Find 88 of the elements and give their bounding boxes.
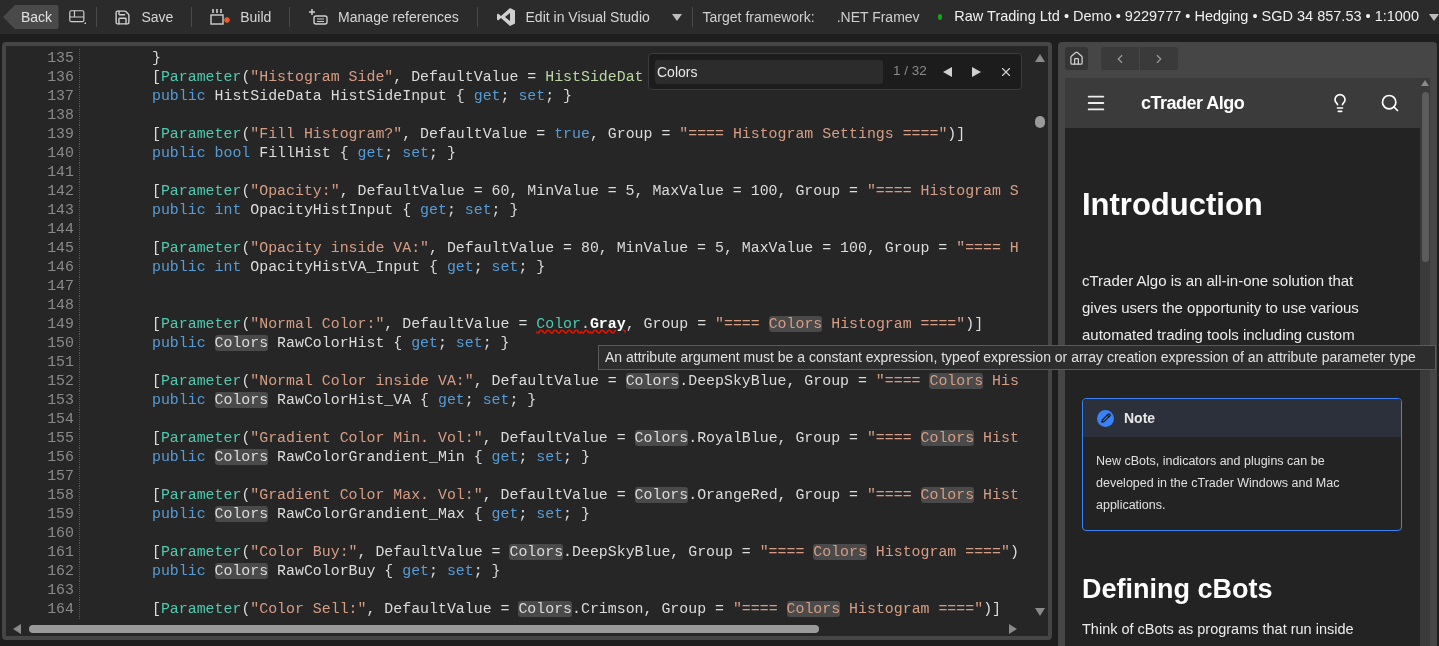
scroll-down-icon[interactable] (1035, 608, 1045, 616)
line-number: 139 (46, 125, 74, 144)
code-line: [Parameter("Opacity inside VA:", DefaultValue = 80, MinValue = 5, MaxValue = 100, Group = "==== H (152, 239, 1019, 258)
line-number: 144 (46, 220, 74, 239)
note-title: Note (1124, 408, 1156, 428)
add-reference-icon (308, 8, 329, 26)
code-line: [Parameter("Color Buy:", DefaultValue = Colors.DeepSkyBlue, Group = "==== Colors Histogram ====") (152, 543, 1019, 562)
line-number: 164 (46, 600, 74, 619)
next-match-icon[interactable] (971, 66, 981, 77)
code-line: public Colors RawColorGrandient_Min { get; set; } (152, 448, 590, 467)
toolbar-button[interactable]: Build (202, 3, 280, 31)
scroll-thumb[interactable] (1421, 92, 1429, 262)
line-number: 137 (46, 87, 74, 106)
line-number: 142 (46, 182, 74, 201)
scroll-left-icon[interactable] (13, 624, 21, 634)
line-number: 151 (46, 353, 74, 372)
toolbar-button[interactable]: Edit in Visual Studio (487, 3, 658, 31)
find-field[interactable]: Colors (655, 59, 883, 84)
dropdown-caret-icon[interactable] (671, 13, 682, 21)
section-paragraph: Think of cBots as programs that run inside (1082, 620, 1355, 639)
line-number: 145 (46, 239, 74, 258)
code-line: public HistSideData HistSideInput { get; set; } (152, 87, 572, 106)
line-number: 146 (46, 258, 74, 277)
previous-match-icon[interactable] (942, 66, 952, 77)
code-line: [Parameter("Color Sell:", DefaultValue = Colors.Crimson, Group = "==== Colors Histogram ====")] (152, 600, 1001, 619)
scroll-up-icon[interactable] (1035, 54, 1045, 62)
code-line: [Parameter("Normal Color inside VA:", DefaultValue = Colors.DeepSkyBlue, Group = "==== Colors His (152, 372, 1019, 391)
note-text: New cBots, indicators and plugins can be developed in the cTrader Windows and Mac applications. (1095, 453, 1341, 514)
save-icon (114, 8, 132, 26)
code-line: public Colors RawColorBuy { get; set; } (152, 562, 501, 581)
line-number: 155 (46, 429, 74, 448)
docs-title: cTrader Algo (1141, 91, 1245, 115)
account-caret-icon[interactable] (1429, 13, 1439, 21)
target-framework-label: Target framework: (702, 7, 815, 27)
line-number: 135 (46, 49, 74, 68)
search-icon[interactable] (1380, 93, 1400, 113)
code-line: [Parameter("Fill Histogram?", DefaultValue = true, Group = "==== Histogram Settings ====")] (152, 125, 966, 144)
scroll-right-icon[interactable] (1009, 624, 1017, 634)
code-line: public int OpacityHistVA_Input { get; set; } (152, 258, 546, 277)
code-line: public Colors RawColorHist_VA { get; set; } (152, 391, 537, 410)
line-number: 157 (46, 467, 74, 486)
line-number: 163 (46, 581, 74, 600)
line-number: 149 (46, 315, 74, 334)
line-number: 153 (46, 391, 74, 410)
docs-scrollbar[interactable] (1420, 78, 1430, 646)
code-line: public Colors RawColorHist { get; set; } (152, 334, 510, 353)
target-framework-select[interactable]: .NET Framev (836, 6, 920, 28)
code-line: public bool FillHist { get; set; } (152, 144, 456, 163)
code-line: [Parameter("Normal Color:", DefaultValue = Color.Gray, Group = "==== Colors Histogram ====")] (152, 315, 984, 334)
line-number: 147 (46, 277, 74, 296)
back-button[interactable]: Back (3, 5, 59, 29)
line-number: 156 (46, 448, 74, 467)
line-number: 152 (46, 372, 74, 391)
page-heading: Introduction (1082, 186, 1264, 224)
line-number: 159 (46, 505, 74, 524)
section-heading: Defining cBots (1082, 573, 1274, 606)
scroll-thumb[interactable] (29, 625, 819, 633)
account-selector[interactable]: Raw Trading Ltd • Demo • 9229777 • Hedging • SGD 34 857.53 • 1:1000 (954, 6, 1419, 28)
code-line: } (152, 49, 161, 68)
layout-icon[interactable] (68, 7, 86, 27)
build-icon (210, 8, 231, 26)
code-line: [Parameter("Gradient Color Max. Vol:", DefaultValue = Colors.OrangeRed, Group = "==== Colors Hist (152, 486, 1019, 505)
line-number: 162 (46, 562, 74, 581)
line-number: 140 (46, 144, 74, 163)
scroll-thumb[interactable] (1035, 116, 1045, 128)
code-line: [Parameter("Histogram Side", DefaultValue = HistSideDat (152, 68, 644, 87)
toolbar-button[interactable]: Save (106, 3, 182, 31)
pencil-icon (1097, 409, 1114, 427)
code-line: public int OpacityHistInput { get; set; } (152, 201, 519, 220)
scroll-up-icon[interactable] (1421, 80, 1429, 86)
line-number: 158 (46, 486, 74, 505)
code-line: public Colors RawColorGrandient_Max { get; set; } (152, 505, 590, 524)
line-number: 143 (46, 201, 74, 220)
line-number: 160 (46, 524, 74, 543)
line-number: 161 (46, 543, 74, 562)
line-number: 141 (46, 163, 74, 182)
line-number: 148 (46, 296, 74, 315)
line-number: 154 (46, 410, 74, 429)
code-line: [Parameter("Opacity:", DefaultValue = 60, MinValue = 5, MaxValue = 100, Group = "==== Histogram S (152, 182, 1019, 201)
code-line: [Parameter("Gradient Color Min. Vol:", DefaultValue = Colors.RoyalBlue, Group = "==== Colors Hist (152, 429, 1019, 448)
line-number: 136 (46, 68, 74, 87)
toolbar-button[interactable]: Manage references (300, 3, 467, 31)
line-number: 138 (46, 106, 74, 125)
intro-paragraph: cTrader Algo is an all-in-one solution that gives users the opportunity to use various automated trading tools including custom (1082, 271, 1360, 345)
error-tooltip: An attribute argument must be a constant expression, typeof expression or array creation expression of an attribute parameter type (598, 345, 1436, 370)
line-number: 150 (46, 334, 74, 353)
visual-studio-icon (495, 7, 516, 27)
match-count: 1 / 32 (893, 62, 927, 81)
